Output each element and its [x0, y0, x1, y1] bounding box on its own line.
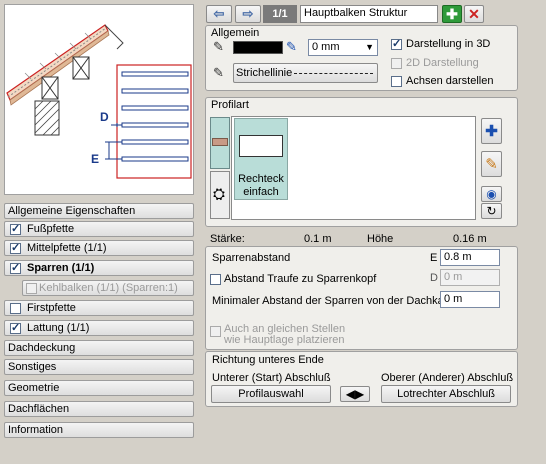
delete-button[interactable]: ✕ [464, 5, 484, 23]
line-width-select[interactable]: 0 mm ▼ [308, 39, 378, 56]
beam-icon [212, 138, 228, 146]
sparren-checkbox[interactable] [10, 261, 21, 275]
section-allgemeine-eigenschaften[interactable]: Allgemeine Eigenschaften [4, 203, 194, 219]
close-icon: ✕ [468, 5, 480, 22]
section-geometrie[interactable]: Geometrie [4, 380, 194, 396]
section-sonstiges[interactable]: Sonstiges [4, 359, 194, 375]
darstellung-2d-checkbox[interactable] [391, 58, 402, 69]
line-style-pen-icon: ✎ [213, 65, 224, 80]
dashed-line-preview [294, 72, 373, 74]
min-abstand-label: Minimaler Abstand der Sparren von der Da… [212, 295, 460, 307]
section-mittelpfette[interactable]: Mittelpfette (1/1) [4, 240, 194, 256]
lattung-checkbox[interactable] [10, 321, 21, 335]
rectangle-icon [239, 135, 283, 157]
nav-forward-button[interactable]: ⇨ [235, 5, 261, 23]
line-style-label: Strichellinie [236, 67, 293, 79]
firstpfette-checkbox[interactable] [10, 303, 21, 314]
achsen-checkbox[interactable] [391, 76, 402, 87]
e-letter: E [430, 252, 438, 264]
sparrenabstand-input[interactable]: 0.8 m [440, 249, 500, 266]
traufe-checkbox[interactable] [210, 274, 221, 285]
library-button[interactable]: ◉ [481, 186, 502, 202]
section-dachflaechen[interactable]: Dachflächen [4, 401, 194, 417]
fusspfette-label: Fußpfette [27, 223, 75, 235]
darstellung-2d-label: 2D Darstellung [406, 57, 479, 69]
section-information[interactable]: Information [4, 422, 194, 438]
richtung-title: Richtung unteres Ende [212, 354, 324, 366]
profile-type-tab-steel[interactable]: ⛭ [210, 171, 230, 219]
globe-icon: ◉ [486, 187, 497, 201]
refresh-button[interactable]: ↻ [481, 203, 502, 219]
arrow-left-icon: ⇦ [213, 6, 225, 21]
section-kehlbalken[interactable]: Kehlbalken (1/1) (Sparren:1) [22, 280, 194, 296]
section-sparren[interactable]: Sparren (1/1) [4, 260, 194, 276]
kehlbalken-label: Kehlbalken (1/1) (Sparren:1) [39, 282, 178, 294]
profilart-title: Profilart [211, 99, 249, 111]
traufe-label: Abstand Traufe zu Sparrenkopf [224, 273, 377, 285]
dim-d-label: D [100, 110, 109, 124]
sparrenabstand-label: Sparrenabstand [212, 252, 291, 264]
section-firstpfette[interactable]: Firstpfette [4, 300, 194, 316]
plus-icon: ✚ [485, 123, 498, 140]
swap-arrows-icon: ◀▶ [345, 387, 365, 401]
hoehe-label: Höhe [367, 233, 394, 245]
mittelpfette-label: Mittelpfette (1/1) [27, 242, 107, 254]
min-abstand-input[interactable]: 0 m [440, 291, 500, 308]
pen-width-icon: ✎ [286, 39, 297, 54]
auch-label: Auch an gleichen Stellen wie Hauptlage p… [224, 323, 346, 346]
darstellung-3d-checkbox[interactable] [391, 37, 402, 50]
start-abschluss-label: Unterer (Start) Abschluß [212, 372, 331, 384]
line-style-button[interactable]: Strichellinie [233, 63, 378, 83]
dim-e-label: E [91, 152, 99, 166]
color-swatch-button[interactable] [233, 41, 283, 54]
staerke-label: Stärke: [210, 233, 245, 245]
firstpfette-label: Firstpfette [27, 302, 76, 314]
refresh-icon: ↻ [486, 204, 497, 218]
profile-item-rechteck[interactable]: Rechteck einfach [234, 118, 288, 200]
end-abschluss-label: Oberer (Anderer) Abschluß [381, 372, 514, 384]
darstellung-3d-label: Darstellung in 3D [406, 38, 491, 50]
pen-icon: ✎ [213, 39, 224, 54]
profile-item-label: Rechteck einfach [238, 173, 284, 198]
add-profile-button[interactable]: ✚ [481, 118, 502, 144]
structure-name-field[interactable]: Hauptbalken Struktur [300, 5, 438, 23]
fusspfette-checkbox[interactable] [10, 222, 21, 236]
edit-profile-button[interactable]: ✎ [481, 151, 502, 177]
allgemein-group: Allgemein ✎ ✎ 0 mm ▼ ✎ Strichellinie Dar… [205, 25, 518, 91]
profile-type-tab-wood[interactable] [210, 117, 230, 169]
allgemein-title: Allgemein [211, 27, 260, 39]
hoehe-value: 0.16 m [453, 233, 487, 245]
spacing-group: Sparrenabstand E 0.8 m Abstand Traufe zu… [205, 246, 518, 350]
line-width-value: 0 mm [312, 41, 340, 53]
plus-icon: ✚ [446, 6, 458, 22]
staerke-value: 0.1 m [304, 233, 332, 245]
add-button[interactable]: ✚ [442, 5, 462, 23]
nav-back-button[interactable]: ⇦ [206, 5, 232, 23]
traufe-input[interactable]: 0 m [440, 269, 500, 286]
arrow-right-icon: ⇨ [242, 6, 254, 21]
page-indicator: 1/1 [263, 5, 297, 23]
mittelpfette-checkbox[interactable] [10, 241, 21, 255]
bucket-icon: ⛭ [213, 186, 226, 203]
profile-list: Rechteck einfach [231, 116, 476, 220]
profilauswahl-button[interactable]: Profilauswahl [211, 385, 331, 403]
section-dachdeckung[interactable]: Dachdeckung [4, 340, 194, 356]
chevron-down-icon: ▼ [365, 42, 374, 52]
sparren-label: Sparren (1/1) [27, 262, 95, 274]
d-letter: D [430, 272, 438, 284]
section-fusspfette[interactable]: Fußpfette [4, 221, 194, 237]
pencil-icon: ✎ [485, 156, 498, 173]
kehlbalken-checkbox[interactable] [26, 283, 37, 294]
achsen-label: Achsen darstellen [406, 75, 494, 87]
section-lattung[interactable]: Lattung (1/1) [4, 320, 194, 336]
preview-panel: D E [4, 4, 194, 195]
lattung-label: Lattung (1/1) [27, 322, 90, 334]
swap-button[interactable]: ◀▶ [340, 386, 370, 402]
lotrechter-button[interactable]: Lotrechter Abschluß [381, 385, 511, 403]
auch-checkbox[interactable] [210, 326, 221, 337]
